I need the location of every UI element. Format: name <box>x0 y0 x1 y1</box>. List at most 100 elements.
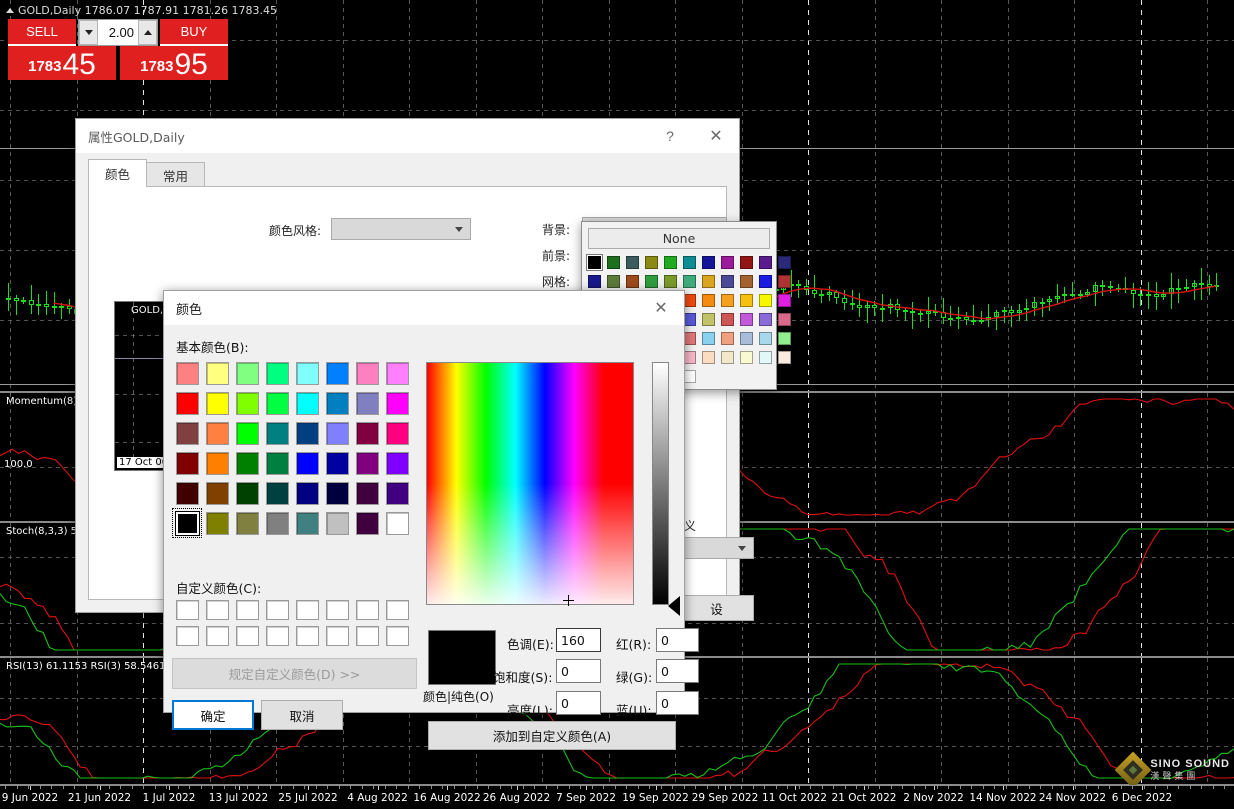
basic-color-swatch[interactable] <box>262 508 292 538</box>
palette-swatch[interactable] <box>757 311 774 328</box>
palette-swatch[interactable] <box>776 292 793 309</box>
custom-color-swatch[interactable] <box>202 623 232 649</box>
basic-color-swatch[interactable] <box>322 388 352 418</box>
palette-swatch[interactable] <box>738 292 755 309</box>
palette-swatch[interactable] <box>681 273 698 290</box>
custom-colors-grid[interactable] <box>172 597 412 649</box>
palette-swatch[interactable] <box>757 292 774 309</box>
palette-swatch[interactable] <box>738 254 755 271</box>
basic-color-swatch[interactable] <box>232 388 262 418</box>
basic-color-swatch[interactable] <box>232 478 262 508</box>
custom-color-swatch[interactable] <box>322 623 352 649</box>
green-input[interactable]: 0 <box>656 659 699 683</box>
basic-color-swatch[interactable] <box>352 388 382 418</box>
palette-none-option[interactable]: None <box>588 228 770 249</box>
custom-color-swatch[interactable] <box>382 597 412 623</box>
palette-swatch[interactable] <box>757 273 774 290</box>
time-axis[interactable]: 9 Jun 2022 21 Jun 2022 1 Jul 2022 13 Jul 20… <box>0 785 1234 809</box>
hue-input[interactable]: 160 <box>556 628 601 652</box>
buy-price-display[interactable]: 1783 95 <box>120 46 228 80</box>
basic-color-swatch[interactable] <box>262 388 292 418</box>
properties-tabs[interactable]: 颜色 常用 <box>88 159 206 187</box>
basic-color-swatch[interactable] <box>172 358 202 388</box>
basic-color-swatch[interactable] <box>382 478 412 508</box>
palette-swatch[interactable] <box>738 349 755 366</box>
red-input[interactable]: 0 <box>656 628 699 652</box>
basic-color-swatch[interactable] <box>352 358 382 388</box>
palette-swatch[interactable] <box>719 273 736 290</box>
basic-color-swatch[interactable] <box>292 388 322 418</box>
help-button[interactable]: ? <box>647 119 693 153</box>
custom-color-swatch[interactable] <box>232 623 262 649</box>
palette-swatch[interactable] <box>662 273 679 290</box>
custom-color-swatch[interactable] <box>172 623 202 649</box>
custom-color-swatch[interactable] <box>232 597 262 623</box>
palette-swatch[interactable] <box>700 311 717 328</box>
basic-color-swatch[interactable] <box>322 508 352 538</box>
palette-swatch[interactable] <box>776 311 793 328</box>
basic-color-swatch[interactable] <box>202 448 232 478</box>
palette-swatch[interactable] <box>586 273 603 290</box>
palette-swatch[interactable] <box>776 254 793 271</box>
palette-swatch[interactable] <box>681 254 698 271</box>
palette-swatch[interactable] <box>719 254 736 271</box>
palette-swatch[interactable] <box>586 254 603 271</box>
close-button[interactable]: ✕ <box>693 119 739 153</box>
color-dialog-titlebar[interactable]: 颜色 ✕ <box>164 291 684 325</box>
basic-color-swatch[interactable] <box>382 388 412 418</box>
color-dialog-close-button[interactable]: ✕ <box>638 291 684 325</box>
luminance-input[interactable]: 0 <box>556 691 601 715</box>
basic-color-swatch[interactable] <box>232 358 262 388</box>
palette-swatch[interactable] <box>738 311 755 328</box>
basic-color-swatch[interactable] <box>352 418 382 448</box>
define-custom-colors-button[interactable]: 规定自定义颜色(D) >> <box>172 658 417 689</box>
basic-color-swatch[interactable] <box>172 448 202 478</box>
custom-color-swatch[interactable] <box>292 597 322 623</box>
luminance-slider[interactable] <box>652 362 669 605</box>
obscured-select[interactable] <box>684 537 754 559</box>
palette-swatch[interactable] <box>624 254 641 271</box>
basic-color-swatch[interactable] <box>292 478 322 508</box>
palette-swatch[interactable] <box>605 254 622 271</box>
basic-color-swatch[interactable] <box>292 448 322 478</box>
basic-color-swatch[interactable] <box>172 418 202 448</box>
one-click-trading-panel[interactable]: GOLD,Daily 1786.07 1787.91 1781.26 1783.… <box>2 2 277 80</box>
custom-color-swatch[interactable] <box>172 597 202 623</box>
volume-stepper[interactable]: 2.00 <box>78 19 158 46</box>
palette-swatch[interactable] <box>757 330 774 347</box>
basic-color-swatch[interactable] <box>172 508 202 538</box>
properties-titlebar[interactable]: 属性GOLD,Daily ? ✕ <box>76 119 739 153</box>
custom-color-swatch[interactable] <box>352 623 382 649</box>
custom-color-swatch[interactable] <box>322 597 352 623</box>
basic-colors-grid[interactable] <box>172 358 412 538</box>
palette-swatch[interactable] <box>738 330 755 347</box>
buy-button[interactable]: BUY <box>160 19 228 46</box>
color-scheme-select[interactable] <box>331 218 471 240</box>
custom-color-swatch[interactable] <box>292 623 322 649</box>
basic-color-swatch[interactable] <box>352 508 382 538</box>
palette-swatch[interactable] <box>719 349 736 366</box>
ok-button[interactable]: 确定 <box>172 700 254 730</box>
basic-color-swatch[interactable] <box>352 448 382 478</box>
basic-color-swatch[interactable] <box>262 418 292 448</box>
basic-color-swatch[interactable] <box>202 358 232 388</box>
saturation-input[interactable]: 0 <box>556 659 601 683</box>
luminance-arrow-icon[interactable] <box>668 596 680 616</box>
basic-color-swatch[interactable] <box>322 478 352 508</box>
basic-color-swatch[interactable] <box>382 418 412 448</box>
basic-color-swatch[interactable] <box>352 478 382 508</box>
color-dialog[interactable]: 颜色 ✕ 基本颜色(B): 自定义颜色(C): 规定自定义颜色(D) >> 确定… <box>163 290 699 750</box>
reset-button[interactable]: 设 <box>679 595 754 621</box>
palette-swatch[interactable] <box>719 311 736 328</box>
basic-color-swatch[interactable] <box>202 418 232 448</box>
palette-swatch[interactable] <box>662 254 679 271</box>
tab-colors[interactable]: 颜色 <box>88 159 148 187</box>
custom-color-swatch[interactable] <box>352 597 382 623</box>
basic-color-swatch[interactable] <box>382 448 412 478</box>
custom-color-swatch[interactable] <box>382 623 412 649</box>
palette-swatch[interactable] <box>700 273 717 290</box>
sell-button[interactable]: SELL <box>8 19 76 46</box>
basic-color-swatch[interactable] <box>202 508 232 538</box>
basic-color-swatch[interactable] <box>262 478 292 508</box>
palette-swatch[interactable] <box>605 273 622 290</box>
